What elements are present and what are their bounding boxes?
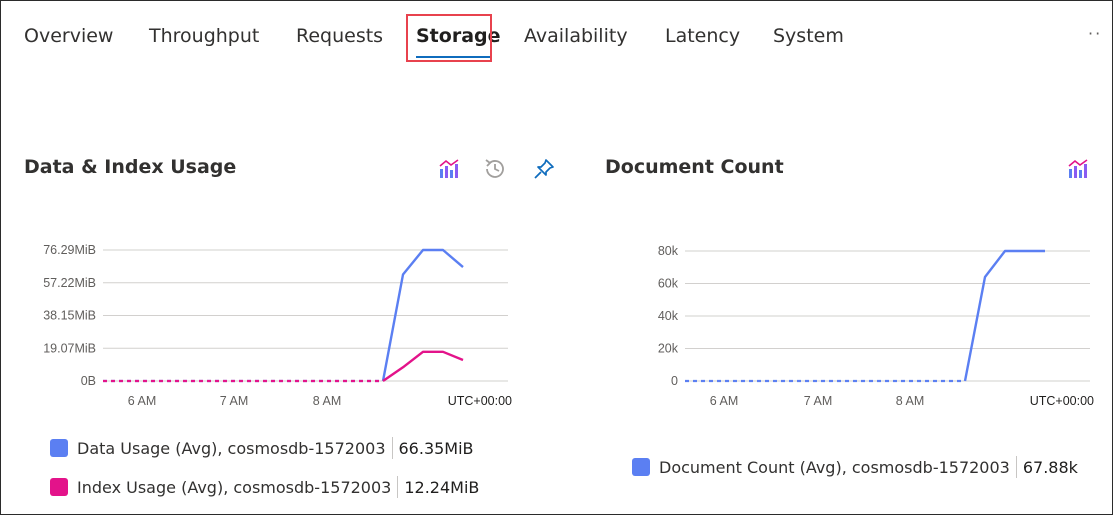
legend-separator	[397, 476, 399, 498]
legend-label: Data Usage (Avg), cosmosdb-1572003	[77, 438, 386, 458]
y-tick-label: 40k	[658, 309, 679, 323]
legend-separator	[1015, 456, 1017, 478]
x-tick-label: 6 AM	[710, 394, 739, 408]
legend-swatch	[50, 439, 68, 457]
legend-item-data-usage[interactable]: Data Usage (Avg), cosmosdb-1572003 66.35…	[50, 437, 474, 459]
y-tick-label: 60k	[658, 277, 679, 291]
legend-value: 67.88k	[1022, 457, 1078, 477]
legend-swatch	[632, 458, 650, 476]
document-count-chart: 0 20k 40k 60k 80k 6 AM 7 AM 8 AM UTC+00:00	[658, 244, 1094, 408]
legend-swatch	[50, 478, 68, 496]
legend-value: 12.24MiB	[404, 477, 480, 497]
legend-label: Index Usage (Avg), cosmosdb-1572003	[77, 477, 392, 497]
legend-value: 66.35MiB	[398, 438, 474, 458]
y-tick-label: 20k	[658, 342, 679, 356]
legend-item-index-usage[interactable]: Index Usage (Avg), cosmosdb-1572003 12.2…	[50, 476, 479, 498]
timezone-label: UTC+00:00	[1030, 394, 1094, 408]
x-tick-label: 7 AM	[804, 394, 833, 408]
y-tick-label: 0	[671, 374, 678, 388]
y-tick-label: 80k	[658, 244, 679, 258]
legend-label: Document Count (Avg), cosmosdb-1572003	[659, 457, 1010, 477]
x-tick-label: 8 AM	[896, 394, 925, 408]
legend-item-document-count[interactable]: Document Count (Avg), cosmosdb-1572003 6…	[632, 456, 1078, 478]
legend-separator	[391, 437, 393, 459]
